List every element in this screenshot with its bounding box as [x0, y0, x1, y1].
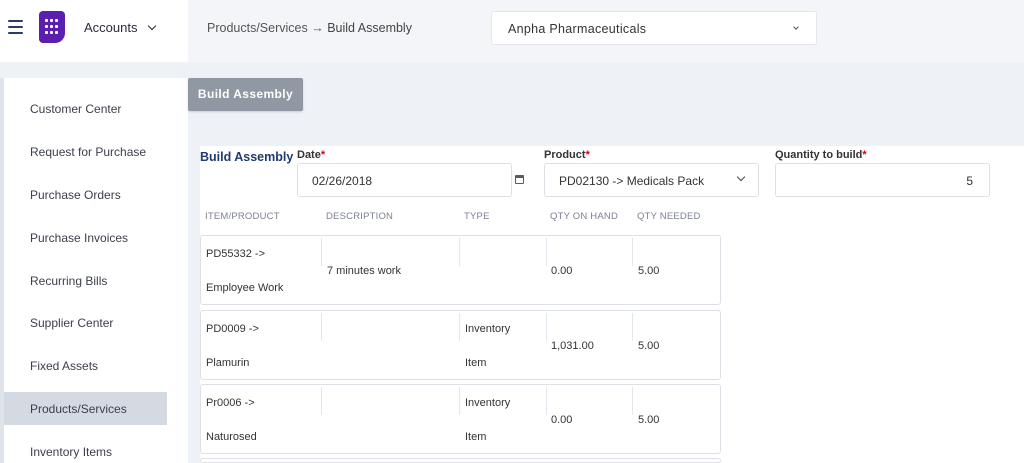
item-name: Plamurin [206, 357, 250, 369]
quantity-label: Quantity to build* [775, 149, 867, 161]
qty-on-hand: 0.00 [551, 414, 573, 426]
hamburger-icon[interactable] [8, 20, 23, 34]
top-bar: Accounts Products/Services → Build Assem… [0, 0, 1024, 62]
date-label-text: Date [297, 149, 321, 161]
item-type: Inventory [465, 323, 511, 335]
qty-needed: 5.00 [638, 414, 660, 426]
qty-needed: 5.00 [638, 265, 660, 277]
item-description: 7 minutes work [327, 265, 401, 277]
qty-on-hand: 0.00 [551, 265, 573, 277]
column-header-description: DESCRIPTION [326, 211, 394, 222]
qty-needed: 5.00 [638, 340, 660, 352]
sidebar-item-recurring-bills[interactable]: Recurring Bills [4, 264, 167, 297]
column-header-qty-needed: QTY NEEDED [637, 211, 701, 222]
accounts-menu[interactable]: Accounts [84, 20, 157, 35]
sidebar-item-supplier-center[interactable]: Supplier Center [4, 306, 167, 339]
column-header-type: TYPE [464, 211, 490, 222]
sidebar-item-purchase-invoices[interactable]: Purchase Invoices [4, 221, 167, 254]
breadcrumb: Products/Services → Build Assembly [207, 21, 412, 35]
app-switcher-area: Accounts [0, 0, 188, 62]
table-row: PD0009 -> Plamurin Inventory Item 1,031.… [200, 310, 721, 380]
company-select-value: Anpha Pharmaceuticals [508, 22, 647, 36]
chevron-down-icon [793, 24, 799, 30]
date-input[interactable]: 02/26/2018 [297, 163, 512, 197]
sidebar: Customer Center Request for Purchase Pur… [0, 78, 188, 463]
sidebar-item-customer-center[interactable]: Customer Center [4, 92, 167, 125]
breadcrumb-current: Build Assembly [327, 21, 412, 35]
quantity-label-text: Quantity to build [775, 149, 863, 161]
sidebar-item-inventory-items[interactable]: Inventory Items [4, 435, 167, 463]
table-row [200, 458, 721, 463]
breadcrumb-products-services[interactable]: Products/Services [207, 21, 308, 35]
sidebar-item-purchase-orders[interactable]: Purchase Orders [4, 178, 167, 211]
product-select[interactable]: PD02130 -> Medicals Pack [544, 163, 759, 197]
required-marker: * [320, 149, 326, 161]
qty-on-hand: 1,031.00 [551, 340, 594, 352]
item-type-line2: Item [465, 357, 487, 369]
required-marker: * [862, 149, 867, 161]
app-grid-icon[interactable] [39, 11, 65, 43]
product-select-value: PD02130 -> Medicals Pack [559, 174, 705, 188]
product-label-text: Product [544, 149, 586, 161]
item-type: Inventory [465, 397, 511, 409]
chevron-down-icon [148, 21, 157, 30]
sidebar-item-products-services[interactable]: Products/Services [4, 392, 167, 425]
column-header-item-product: ITEM/PRODUCT [205, 211, 280, 222]
item-code: PD0009 -> [206, 323, 259, 335]
table-row: Pr0006 -> Naturosed Inventory Item 0.00 … [200, 384, 721, 454]
company-select[interactable]: Anpha Pharmaceuticals [491, 11, 817, 45]
build-assembly-title-button[interactable]: Build Assembly [188, 78, 303, 111]
item-name: Employee Work [206, 282, 284, 294]
item-name: Naturosed [206, 431, 257, 443]
breadcrumb-separator: → [311, 21, 324, 35]
calendar-icon[interactable] [515, 175, 524, 184]
item-code: Pr0006 -> [206, 397, 255, 409]
accounts-menu-label: Accounts [84, 20, 138, 35]
column-header-qty-on-hand: QTY ON HAND [550, 211, 619, 222]
product-label: Product* [544, 149, 590, 161]
table-row: PD55332 -> Employee Work 7 minutes work … [200, 235, 721, 305]
form-title: Build Assembly [200, 150, 294, 164]
date-label: Date* [297, 149, 325, 161]
item-code: PD55332 -> [206, 248, 266, 260]
item-type-line2: Item [465, 431, 487, 443]
required-marker: * [585, 149, 590, 161]
sidebar-item-fixed-assets[interactable]: Fixed Assets [4, 349, 167, 382]
sidebar-item-request-for-purchase[interactable]: Request for Purchase [4, 135, 167, 168]
quantity-input[interactable]: 5 [775, 163, 990, 197]
